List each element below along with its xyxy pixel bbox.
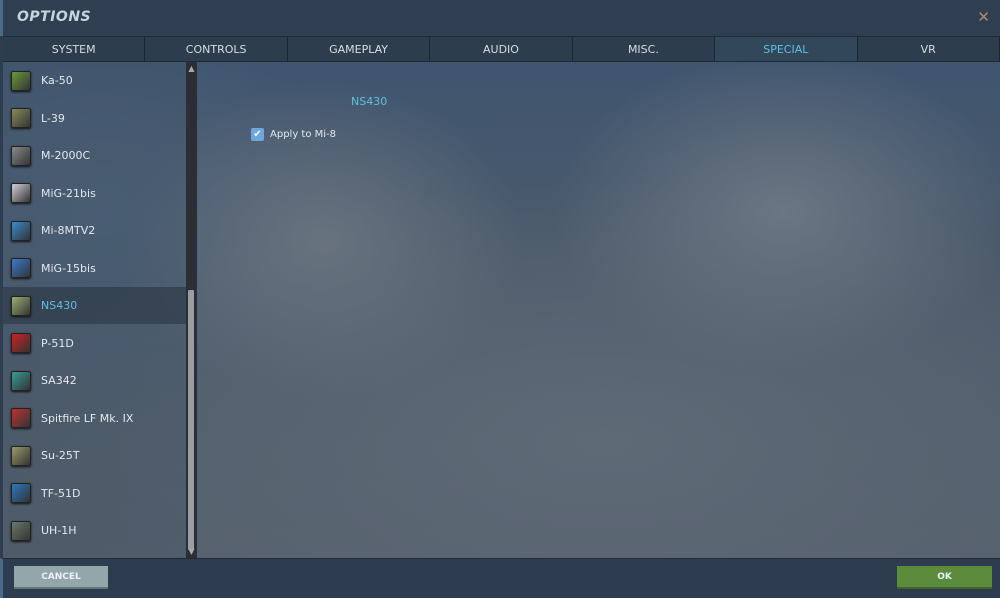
cancel-button[interactable]: CANCEL [14,566,108,589]
scrollbar[interactable]: ▲ ▼ [186,62,197,558]
sidebar-item[interactable]: L-39 [3,100,186,137]
sidebar-item-label: L-39 [41,111,65,125]
ok-button[interactable]: OK [897,566,992,589]
module-icon [11,108,31,128]
sidebar-item-label: MiG-15bis [41,261,96,275]
module-icon [11,408,31,428]
module-icon [11,295,31,316]
module-icon [11,333,31,353]
module-list: Ka-50 L-39 M-2000C MiG-21bis Mi-8MTV2 MiG-15b… [3,62,186,558]
module-icon [11,258,31,278]
sidebar-item-label: Mi-8MTV2 [41,224,96,237]
section-heading: NS430 [351,95,388,108]
sidebar-item[interactable]: MiG-15bis [3,250,186,287]
sidebar-item-label: SA342 [41,374,77,387]
sidebar-item-label: TF-51D [41,486,81,500]
module-icon [11,483,31,503]
sidebar-item[interactable]: NS430 [3,287,186,324]
module-icon [11,370,31,391]
tab-special[interactable]: SPECIAL [715,37,858,61]
tab-audio[interactable]: AUDIO [430,37,573,61]
tab-controls[interactable]: CONTROLS [145,37,288,61]
checkmark-icon[interactable]: ✔ [251,128,264,141]
close-icon[interactable]: ✕ [977,8,990,26]
sidebar-item-label: P-51D [41,336,74,350]
sidebar-item-label: NS430 [41,299,78,312]
sidebar-item[interactable]: MiG-21bis [3,175,186,212]
scroll-down-icon[interactable]: ▼ [186,547,197,556]
sidebar-item-label: UH-1H [41,524,77,537]
tab-vr[interactable]: VR [857,37,1000,61]
sidebar-item-label: Spitfire LF Mk. IX [41,411,134,425]
title-bar: OPTIONS ✕ [0,0,1000,36]
module-icon [11,183,31,203]
sidebar-item[interactable]: Spitfire LF Mk. IX [3,400,186,437]
footer: CANCEL OK [0,558,1000,598]
sidebar-item-label: MiG-21bis [41,186,96,200]
module-icon [11,70,31,91]
sidebar-item-label: M-2000C [41,149,91,162]
scroll-up-icon[interactable]: ▲ [186,64,197,73]
sidebar-item[interactable]: M-2000C [3,137,186,174]
module-icon [11,145,31,166]
scrollbar-thumb[interactable] [188,290,194,550]
sidebar-item[interactable]: TF-51D [3,475,186,512]
sidebar-item[interactable]: Su-25T [3,437,186,474]
tab-gameplay[interactable]: GAMEPLAY [287,37,431,61]
module-icon [11,220,31,241]
sidebar-item[interactable]: P-51D [3,325,186,362]
tab-system[interactable]: SYSTEM [3,37,146,61]
content-area: Ka-50 L-39 M-2000C MiG-21bis Mi-8MTV2 MiG-15b… [3,62,1000,558]
window-title: OPTIONS [17,9,92,25]
sidebar-item[interactable]: Mi-8MTV2 [3,212,186,249]
module-icon [11,520,31,541]
tab-bar: SYSTEM CONTROLS GAMEPLAY AUDIO MISC. SPECIAL V… [3,36,1000,62]
tab-misc[interactable]: MISC. [572,37,716,61]
sidebar-item-label: Su-25T [41,449,80,462]
module-icon [11,445,31,466]
sidebar-item-label: Ka-50 [41,74,73,87]
sidebar-item[interactable]: Ka-50 [3,62,186,99]
sidebar-item[interactable]: SA342 [3,362,186,399]
apply-to-mi8-checkbox[interactable]: ✔ Apply to Mi-8 [251,128,336,141]
checkbox-label: Apply to Mi-8 [270,129,337,140]
sidebar-item[interactable]: UH-1H [3,512,186,549]
